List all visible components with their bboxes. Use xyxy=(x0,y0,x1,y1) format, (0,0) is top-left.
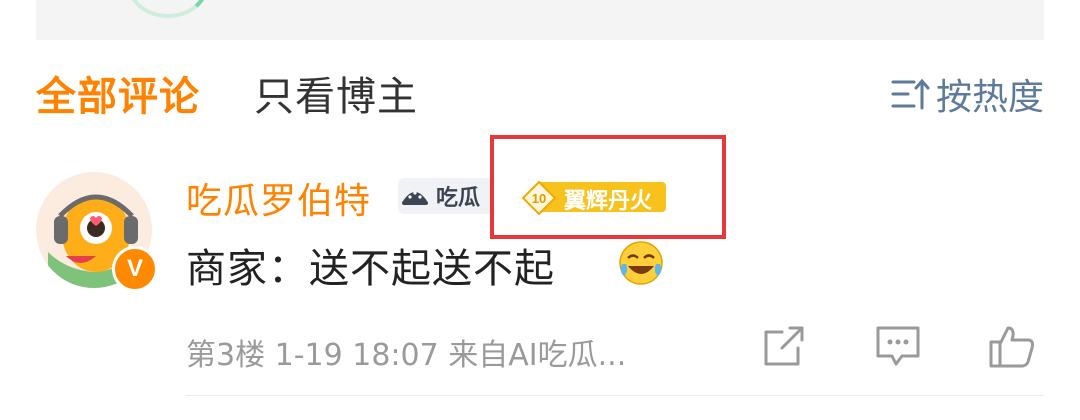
progress-ring-icon xyxy=(128,0,208,18)
comment-time: 1-19 18:07 xyxy=(274,338,439,373)
comment-tabs: 全部评论 只看博主 按热度 xyxy=(36,62,1044,126)
comment-text: 商家：送不起送不起 xyxy=(186,246,555,292)
verified-badge-icon: V xyxy=(112,246,158,292)
comment-meta: 第3楼 1-19 18:07 来自AI吃瓜... xyxy=(186,330,626,374)
tab-all-comments[interactable]: 全部评论 xyxy=(36,64,200,122)
previous-card xyxy=(36,0,1044,40)
laugh-cry-emoji-icon xyxy=(619,241,663,285)
thumbs-up-icon xyxy=(989,326,1035,368)
highlight-box xyxy=(490,135,726,239)
sort-label: 按热度 xyxy=(935,77,1044,118)
sort-button[interactable]: 按热度 xyxy=(890,68,1044,120)
fan-badge-label: 吃瓜 xyxy=(436,186,481,211)
like-button[interactable] xyxy=(988,322,1036,370)
comment-username[interactable]: 吃瓜罗伯特 xyxy=(186,172,371,224)
tab-only-host[interactable]: 只看博主 xyxy=(254,64,418,122)
comment-floor: 第3楼 xyxy=(186,338,266,373)
share-icon xyxy=(764,326,804,366)
comment-source[interactable]: 来自AI吃瓜... xyxy=(448,338,626,373)
reply-button[interactable] xyxy=(874,322,922,370)
fan-badge[interactable]: 吃瓜 xyxy=(398,178,492,214)
comment-divider xyxy=(186,395,1044,396)
sort-hot-icon xyxy=(891,78,930,110)
watermelon-icon xyxy=(402,191,428,205)
comment-bubble-icon xyxy=(876,326,920,366)
share-button[interactable] xyxy=(760,322,808,370)
